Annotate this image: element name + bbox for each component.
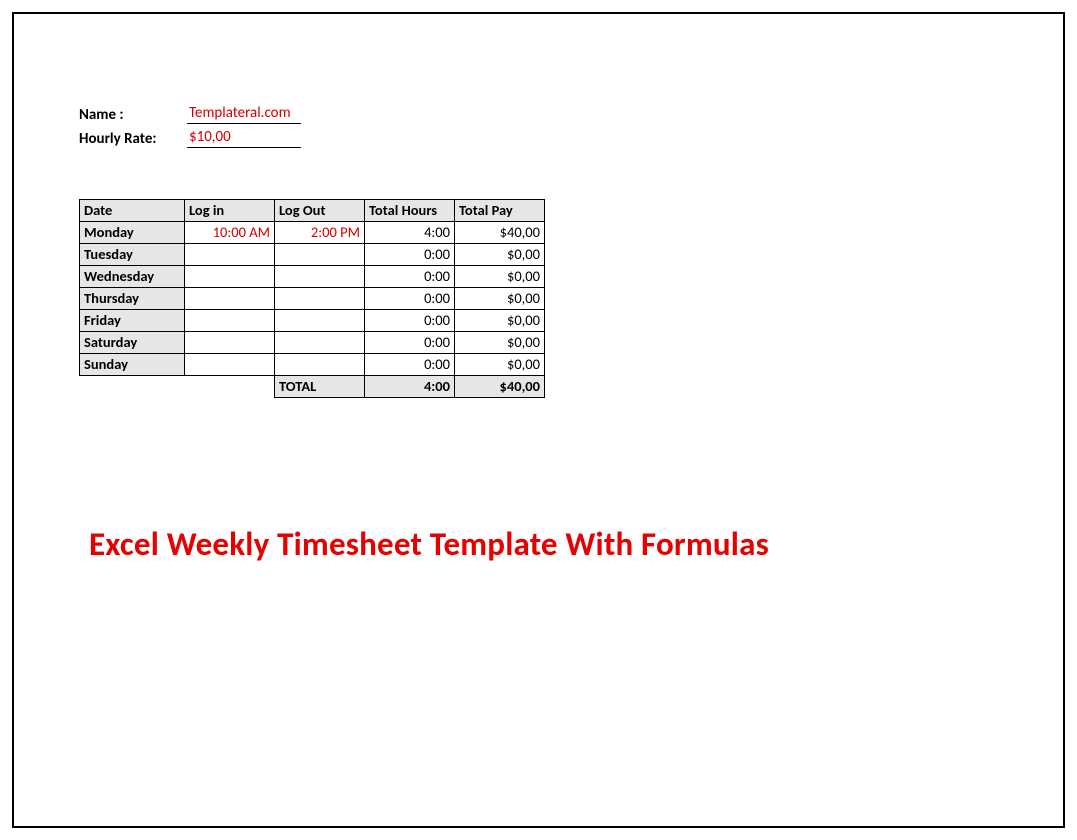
col-header-pay: Total Pay bbox=[455, 200, 545, 222]
logout-cell[interactable] bbox=[275, 266, 365, 288]
day-cell: Monday bbox=[80, 222, 185, 244]
logout-cell[interactable] bbox=[275, 332, 365, 354]
logout-cell[interactable] bbox=[275, 288, 365, 310]
table-row: Sunday 0:00 $0,00 bbox=[80, 354, 545, 376]
table-row: Wednesday 0:00 $0,00 bbox=[80, 266, 545, 288]
pay-cell: $0,00 bbox=[455, 288, 545, 310]
pay-cell: $0,00 bbox=[455, 332, 545, 354]
table-row: Tuesday 0:00 $0,00 bbox=[80, 244, 545, 266]
total-pay: $40,00 bbox=[455, 376, 545, 398]
pay-cell: $0,00 bbox=[455, 244, 545, 266]
name-label: Name : bbox=[79, 106, 187, 124]
logout-cell[interactable] bbox=[275, 310, 365, 332]
login-cell[interactable] bbox=[185, 332, 275, 354]
hours-cell: 0:00 bbox=[365, 244, 455, 266]
name-row: Name : Templateral.com bbox=[79, 104, 301, 124]
hours-cell: 0:00 bbox=[365, 332, 455, 354]
login-cell[interactable] bbox=[185, 310, 275, 332]
pay-cell: $40,00 bbox=[455, 222, 545, 244]
rate-row: Hourly Rate: $10,00 bbox=[79, 128, 301, 148]
day-cell: Sunday bbox=[80, 354, 185, 376]
rate-label: Hourly Rate: bbox=[79, 130, 187, 148]
pay-cell: $0,00 bbox=[455, 310, 545, 332]
total-hours: 4:00 bbox=[365, 376, 455, 398]
logout-cell[interactable]: 2:00 PM bbox=[275, 222, 365, 244]
logout-cell[interactable] bbox=[275, 244, 365, 266]
day-cell: Friday bbox=[80, 310, 185, 332]
col-header-login: Log in bbox=[185, 200, 275, 222]
day-cell: Tuesday bbox=[80, 244, 185, 266]
timesheet-table: Date Log in Log Out Total Hours Total Pa… bbox=[79, 199, 545, 398]
header-block: Name : Templateral.com Hourly Rate: $10,… bbox=[79, 104, 301, 152]
hours-cell: 0:00 bbox=[365, 354, 455, 376]
total-label: TOTAL bbox=[275, 376, 365, 398]
login-cell[interactable] bbox=[185, 244, 275, 266]
name-value[interactable]: Templateral.com bbox=[187, 104, 301, 124]
col-header-logout: Log Out bbox=[275, 200, 365, 222]
day-cell: Wednesday bbox=[80, 266, 185, 288]
table-row: Saturday 0:00 $0,00 bbox=[80, 332, 545, 354]
total-row: TOTAL 4:00 $40,00 bbox=[80, 376, 545, 398]
pay-cell: $0,00 bbox=[455, 354, 545, 376]
hours-cell: 4:00 bbox=[365, 222, 455, 244]
logout-cell[interactable] bbox=[275, 354, 365, 376]
blank-cell bbox=[80, 376, 185, 398]
col-header-hours: Total Hours bbox=[365, 200, 455, 222]
login-cell[interactable] bbox=[185, 354, 275, 376]
table-row: Friday 0:00 $0,00 bbox=[80, 310, 545, 332]
day-cell: Saturday bbox=[80, 332, 185, 354]
login-cell[interactable]: 10:00 AM bbox=[185, 222, 275, 244]
rate-value[interactable]: $10,00 bbox=[187, 128, 301, 148]
table-row: Thursday 0:00 $0,00 bbox=[80, 288, 545, 310]
col-header-date: Date bbox=[80, 200, 185, 222]
table-header-row: Date Log in Log Out Total Hours Total Pa… bbox=[80, 200, 545, 222]
login-cell[interactable] bbox=[185, 266, 275, 288]
day-cell: Thursday bbox=[80, 288, 185, 310]
hours-cell: 0:00 bbox=[365, 266, 455, 288]
hours-cell: 0:00 bbox=[365, 288, 455, 310]
pay-cell: $0,00 bbox=[455, 266, 545, 288]
table-row: Monday 10:00 AM 2:00 PM 4:00 $40,00 bbox=[80, 222, 545, 244]
hours-cell: 0:00 bbox=[365, 310, 455, 332]
page: Name : Templateral.com Hourly Rate: $10,… bbox=[0, 0, 1077, 840]
blank-cell bbox=[185, 376, 275, 398]
login-cell[interactable] bbox=[185, 288, 275, 310]
page-title: Excel Weekly Timesheet Template With For… bbox=[89, 524, 769, 564]
document-frame: Name : Templateral.com Hourly Rate: $10,… bbox=[12, 12, 1065, 828]
